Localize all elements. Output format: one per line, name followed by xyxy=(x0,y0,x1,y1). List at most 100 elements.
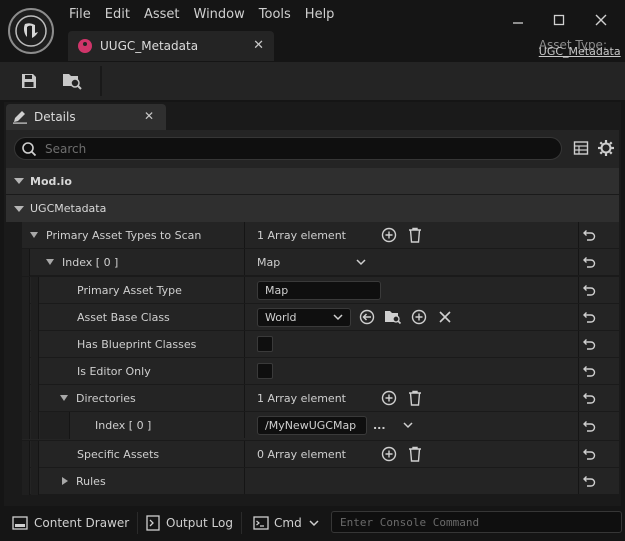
primary-asset-type-field[interactable]: Map xyxy=(257,280,381,300)
output-log-button[interactable]: Output Log xyxy=(146,508,233,538)
directory-dropdown-button[interactable] xyxy=(402,412,414,438)
close-tab-icon[interactable]: ✕ xyxy=(253,38,264,53)
expand-arrow-icon xyxy=(46,259,54,265)
close-icon xyxy=(595,14,607,26)
maximize-icon xyxy=(553,14,565,26)
add-button[interactable] xyxy=(411,304,427,330)
row-specific-assets: Specific Assets 0 Array element xyxy=(22,441,619,468)
reset-arrow-icon[interactable] xyxy=(582,228,596,242)
console-input[interactable] xyxy=(340,515,610,529)
save-button[interactable] xyxy=(15,68,43,94)
row-directories: Directories 1 Array element xyxy=(22,385,619,412)
add-element-button[interactable] xyxy=(381,441,397,467)
reset-arrow-icon[interactable] xyxy=(582,310,596,324)
directory-path-field[interactable]: /MyNewUGCMap xyxy=(257,415,367,435)
property-name[interactable]: Rules xyxy=(62,468,106,494)
asset-toolbar xyxy=(0,62,625,100)
asset-type-link[interactable]: UGC_Metadata xyxy=(539,38,621,64)
reset-arrow-icon[interactable] xyxy=(582,474,596,488)
menu-asset[interactable]: Asset xyxy=(137,6,187,24)
delete-all-button[interactable] xyxy=(408,441,422,467)
main-menu: File Edit Asset Window Tools Help xyxy=(62,6,341,24)
category-modio[interactable]: Mod.io xyxy=(6,168,619,194)
asset-base-class-combo[interactable]: World xyxy=(257,307,351,327)
reset-arrow-icon[interactable] xyxy=(582,447,596,461)
output-log-icon xyxy=(146,515,160,531)
close-window-button[interactable] xyxy=(586,8,616,32)
category-label: Mod.io xyxy=(30,174,72,188)
row-index-0: Index [ 0 ] Map xyxy=(22,249,619,276)
row-rules: Rules xyxy=(22,468,619,495)
plus-circle-icon xyxy=(381,227,397,243)
editor-only-checkbox[interactable] xyxy=(257,363,273,379)
menu-file[interactable]: File xyxy=(62,6,98,24)
row-directory-index-0: Index [ 0 ] /MyNewUGCMap ... xyxy=(22,412,619,440)
property-name[interactable]: Directories xyxy=(60,385,136,411)
property-name: Has Blueprint Classes xyxy=(77,337,197,351)
category-ugc-metadata[interactable]: UGCMetadata xyxy=(6,195,619,222)
array-count: 0 Array element xyxy=(257,447,346,461)
expand-arrow-icon xyxy=(14,205,24,212)
property-name[interactable]: Primary Asset Types to Scan xyxy=(30,222,201,248)
reset-arrow-icon[interactable] xyxy=(582,391,596,405)
more-options-button[interactable]: ... xyxy=(373,412,386,438)
menu-edit[interactable]: Edit xyxy=(98,6,137,24)
table-icon xyxy=(573,141,589,155)
search-input[interactable] xyxy=(45,141,525,156)
maximize-button[interactable] xyxy=(544,8,574,32)
menu-help[interactable]: Help xyxy=(298,6,342,24)
plus-circle-icon xyxy=(411,309,427,325)
unreal-logo-icon[interactable] xyxy=(8,8,54,54)
chevron-down-icon xyxy=(403,422,413,429)
details-tab[interactable]: Details ✕ xyxy=(6,104,166,130)
reset-arrow-icon[interactable] xyxy=(582,337,596,351)
content-drawer-icon xyxy=(12,516,28,530)
reset-arrow-icon[interactable] xyxy=(582,283,596,297)
cmd-dropdown[interactable]: Cmd xyxy=(253,508,320,538)
row-primary-asset-types: Primary Asset Types to Scan 1 Array elem… xyxy=(22,222,619,248)
add-element-button[interactable] xyxy=(381,222,397,248)
collapsed-arrow-icon xyxy=(62,477,68,485)
property-name[interactable]: Index [ 0 ] xyxy=(46,249,118,275)
delete-all-button[interactable] xyxy=(408,385,422,411)
minimize-button[interactable] xyxy=(503,8,533,32)
expand-arrow-icon xyxy=(30,232,38,238)
search-icon xyxy=(22,141,37,156)
chevron-down-icon xyxy=(333,314,343,321)
gear-icon xyxy=(598,140,614,156)
content-drawer-button[interactable]: Content Drawer xyxy=(12,508,129,538)
pencil-icon xyxy=(13,111,27,124)
add-element-button[interactable] xyxy=(381,385,397,411)
browse-folder-icon xyxy=(63,74,82,90)
use-selected-button[interactable] xyxy=(359,304,375,330)
browse-asset-button[interactable] xyxy=(384,304,402,330)
array-count: 1 Array element xyxy=(257,391,346,405)
reset-arrow-icon[interactable] xyxy=(582,364,596,378)
document-tab[interactable]: UUGC_Metadata ✕ xyxy=(68,31,274,61)
plus-circle-icon xyxy=(381,446,397,462)
save-icon xyxy=(22,74,36,88)
row-primary-asset-type: Primary Asset Type Map xyxy=(22,277,619,304)
statusbar-divider xyxy=(137,512,138,534)
search-box[interactable] xyxy=(14,137,562,160)
row-asset-base-class: Asset Base Class World xyxy=(22,304,619,331)
menu-tools[interactable]: Tools xyxy=(252,6,298,24)
settings-button[interactable] xyxy=(597,139,615,157)
delete-all-button[interactable] xyxy=(408,222,422,248)
menu-window[interactable]: Window xyxy=(187,6,252,24)
property-name: Primary Asset Type xyxy=(77,283,182,297)
trash-icon xyxy=(409,390,421,406)
primary-type-combo[interactable]: Map xyxy=(257,249,367,275)
has-blueprint-checkbox[interactable] xyxy=(257,336,273,352)
reset-arrow-icon[interactable] xyxy=(582,419,596,433)
category-label: UGCMetadata xyxy=(30,202,107,215)
clear-button[interactable] xyxy=(438,304,452,330)
browse-button[interactable] xyxy=(58,68,86,94)
trash-icon xyxy=(409,227,421,243)
close-details-icon[interactable]: ✕ xyxy=(144,109,154,123)
use-selected-arrow-icon xyxy=(359,309,375,325)
reset-arrow-icon[interactable] xyxy=(582,255,596,269)
table-view-button[interactable] xyxy=(573,140,589,156)
browse-folder-icon xyxy=(385,311,402,325)
console-box[interactable] xyxy=(331,511,622,533)
